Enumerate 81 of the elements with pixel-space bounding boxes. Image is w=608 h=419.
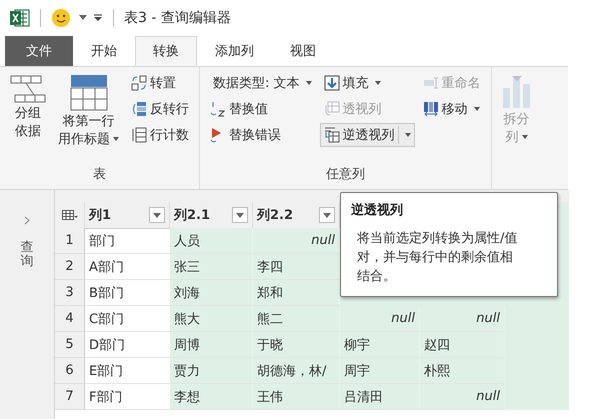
row-number: 1 xyxy=(55,228,85,254)
excel-icon[interactable] xyxy=(10,9,30,27)
queries-pane-label[interactable]: 查询 xyxy=(20,241,34,270)
table-cell: null xyxy=(420,306,505,332)
ribbon-button[interactable]: 填充 xyxy=(320,71,415,95)
ribbon-button[interactable]: 转置 xyxy=(127,71,193,95)
table-cell: 李四 xyxy=(253,254,340,280)
move-icon xyxy=(422,101,439,117)
table-cell: 熊二 xyxy=(253,306,340,332)
table-cell: 吕清田 xyxy=(340,384,420,410)
smiley-icon[interactable] xyxy=(51,8,73,28)
ribbon-button[interactable]: 分组 依据 xyxy=(6,71,50,143)
column-header[interactable]: 列2.2 xyxy=(253,202,340,229)
table-cell: 周宇 xyxy=(340,358,420,384)
row-number: 2 xyxy=(55,254,85,280)
reverse-rows-icon xyxy=(131,101,147,117)
ribbon-button[interactable]: 反转行 xyxy=(127,97,193,121)
filter-button[interactable] xyxy=(319,207,335,223)
ribbon-button[interactable]: 替换错误 xyxy=(206,123,316,147)
group-label: 表 xyxy=(93,166,106,184)
fill-down-icon xyxy=(324,75,340,91)
table-cell: 张三 xyxy=(170,254,253,280)
group-label: 任意列 xyxy=(326,166,365,184)
table-cell: null xyxy=(340,306,420,332)
ribbon-tab[interactable]: 视图 xyxy=(272,36,334,66)
table-cell: 刘海 xyxy=(170,280,253,306)
column-name: 列1 xyxy=(89,207,112,224)
unpivot-icon xyxy=(324,127,340,143)
column-name: 列2.1 xyxy=(174,207,210,224)
expand-icon[interactable] xyxy=(24,216,30,225)
column-header[interactable]: 列1 xyxy=(85,202,170,229)
ribbon-button[interactable]: 数据类型: 文本 xyxy=(206,71,316,95)
group-by-icon xyxy=(10,74,46,104)
ribbon-button[interactable]: 移动 xyxy=(418,97,485,121)
caret-icon xyxy=(236,212,244,218)
file-tab[interactable]: 文件 xyxy=(5,36,73,66)
row-number: 4 xyxy=(55,306,85,332)
row-count-icon xyxy=(131,127,147,143)
pivot-icon xyxy=(324,101,340,117)
ribbon-button[interactable]: 将第一行 用作标题 xyxy=(54,71,123,151)
table-icon xyxy=(62,210,78,220)
table-cell: 赵四 xyxy=(420,332,505,358)
row-number: 6 xyxy=(55,358,85,384)
table-cell: null xyxy=(253,228,340,254)
transpose-icon xyxy=(131,75,147,91)
tooltip-text: 将当前选定列转换为属性/值对，并与每行中的剩余值相结合。 xyxy=(356,230,518,286)
filter-button[interactable] xyxy=(149,207,165,223)
caret-icon[interactable] xyxy=(79,15,87,21)
replace-values-icon xyxy=(210,101,226,117)
filter-button[interactable] xyxy=(232,207,248,223)
column-header[interactable]: 列2.1 xyxy=(170,202,253,229)
table-cell: null xyxy=(420,384,505,410)
ribbon-tab[interactable]: 转换 xyxy=(135,36,197,66)
table-cell: 贾力 xyxy=(170,358,253,384)
caret-icon xyxy=(153,212,161,218)
table-cell: 周博 xyxy=(170,332,253,358)
table-cell: 朴熙 xyxy=(420,358,505,384)
bar-chart-icon xyxy=(502,74,532,110)
rename-icon xyxy=(422,75,439,91)
table-cell: 人员 xyxy=(170,228,253,254)
tooltip-title: 逆透视列 xyxy=(351,202,404,219)
row-number: 5 xyxy=(55,332,85,358)
row-number: 3 xyxy=(55,280,85,306)
ribbon-tab[interactable]: 开始 xyxy=(73,36,135,66)
caret-icon xyxy=(323,212,331,218)
row-number: 7 xyxy=(55,384,85,410)
ribbon-button[interactable]: 替换值 xyxy=(206,97,316,121)
customize-menu-icon[interactable] xyxy=(93,14,103,22)
window-title: 表3 - 查询编辑器 xyxy=(124,9,231,27)
table-cell: 胡德海，林/ xyxy=(253,358,340,384)
ribbon-button[interactable]: 逆透视列 xyxy=(320,123,415,147)
table-cell: 郑和 xyxy=(253,280,340,306)
ribbon-tab[interactable]: 添加列 xyxy=(197,36,272,66)
table-cell: 王伟 xyxy=(253,384,340,410)
ribbon-button[interactable]: 行计数 xyxy=(127,123,193,147)
table-cell: 于晓 xyxy=(253,332,340,358)
table-cell: 李想 xyxy=(170,384,253,410)
header-row-icon xyxy=(70,74,108,112)
table-cell: 柳宇 xyxy=(340,332,420,358)
table-cell: 熊大 xyxy=(170,306,253,332)
column-name: 列2.2 xyxy=(257,207,294,224)
